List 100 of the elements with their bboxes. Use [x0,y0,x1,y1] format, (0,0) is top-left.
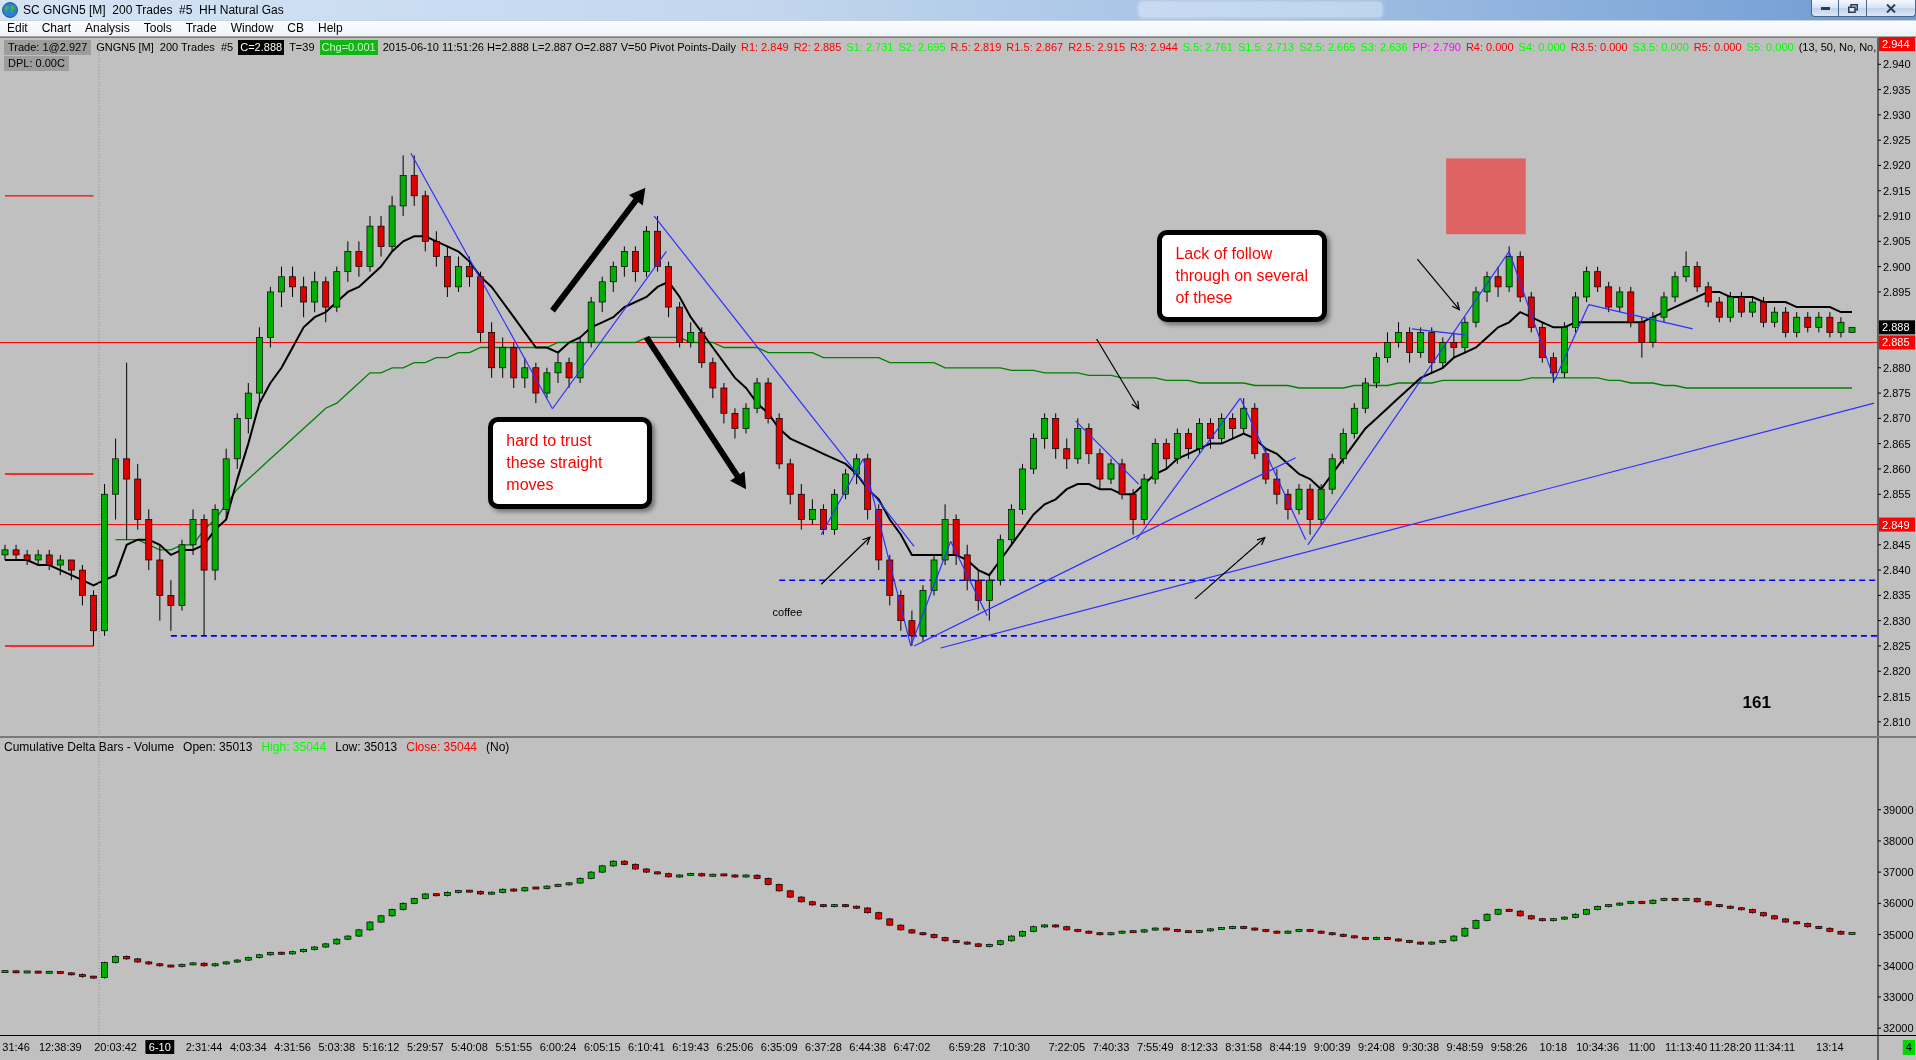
y-tick-label: 2.905 [1883,235,1911,248]
candle-wick [734,407,736,440]
menu-item[interactable]: Tools [136,21,179,36]
y-tick-label: 2.930 [1883,108,1911,121]
axis-label: 2.865 [1877,437,1911,450]
menu-item[interactable]: Help [311,21,350,36]
menu-item[interactable]: Edit [0,21,35,36]
close-button[interactable] [1867,0,1916,17]
candle-wick [568,357,570,389]
candle-wick [1674,271,1676,303]
candle-body [654,230,661,267]
candle-body [643,230,650,273]
candle-body [742,407,750,429]
time-label: 6:19:43 [672,1041,710,1053]
candle-body [598,281,606,303]
candle-wick [1608,281,1610,313]
candle-body [1538,326,1546,358]
candle-body [1295,488,1303,510]
candle-wick [822,503,824,536]
candle-body [67,559,75,571]
axis-label: 36000 [1877,897,1914,910]
candle-body [1306,488,1314,520]
axis-label: 2.895 [1877,285,1911,298]
axis-label: 2.935 [1877,83,1911,96]
y-tick-label: 39000 [1883,803,1914,816]
y-tick-label: 36000 [1883,897,1914,910]
candle-wick [203,961,205,968]
menu-item[interactable]: CB [280,21,311,36]
candle-body [1373,357,1380,384]
candle-wick [1486,271,1488,303]
pivot-value: R2: 2.885 [793,40,842,55]
candle-body [609,266,617,283]
ref-line-label: 2.849 [1882,518,1910,531]
candle-body [289,276,296,288]
candle-body [554,362,562,374]
time-label: 6:00:24 [539,1041,577,1053]
candle-wick [1729,291,1731,323]
info-text: T=39 [289,40,315,55]
candle-body [1173,433,1181,460]
candle-body [432,241,440,257]
candle-body [1218,418,1225,439]
pivot-value: PP: 2.790 [1412,40,1461,55]
candle-wick [546,367,548,399]
menu-item[interactable]: Analysis [78,21,137,36]
candle-body [189,519,197,546]
candle-wick [347,240,349,283]
axis-label: 2.840 [1877,564,1911,577]
time-label: 13:14 [1816,1041,1844,1053]
time-label: 11:00 [1628,1041,1656,1053]
candle-body [1583,271,1590,298]
menu-item[interactable]: Window [223,21,281,36]
candle-wick [380,215,382,257]
candle-body [1815,316,1823,328]
candle-body [1207,423,1214,439]
y-tick-label: 32000 [1883,1022,1914,1035]
candle-body [134,478,142,520]
candle-body [355,251,363,267]
minimize-button[interactable] [1811,0,1839,17]
candle-body [156,559,164,596]
candle-wick [1187,427,1189,460]
candle-body [145,519,153,561]
y-tick-label: 35000 [1883,928,1914,941]
restore-button[interactable] [1839,0,1867,17]
candle-body [1361,382,1369,409]
candle-body [79,569,86,596]
candle-body [908,620,916,637]
candle-body [687,332,695,343]
candle-body [1561,326,1568,374]
axis-label: 2.820 [1877,665,1911,678]
pivot-value: S.5: 2.761 [1182,40,1233,55]
candle-wick [1298,483,1300,515]
pivot-value: S3.5: 0.000 [1632,40,1689,55]
candle-body [930,559,938,591]
candle-body [1738,296,1745,313]
candle-body [211,509,219,571]
time-label: 8:12:33 [1181,1041,1218,1053]
info-text: 2015-06-10 11:51:26 H=2.888 L=2.887 O=2.887 V=50 Pivot Points-Daily [382,40,736,55]
chart-note: coffee [772,606,803,619]
candle-wick [911,610,913,647]
candle-body [233,418,241,460]
candle-body [1196,423,1203,450]
candle-body [1008,509,1015,541]
pivot-value: S2.5: 2.665 [1299,40,1356,55]
candle-body [764,382,772,419]
menu-item[interactable]: Chart [34,21,79,36]
candle-body [278,276,285,293]
candle-wick [26,549,28,566]
axis-label: 2.810 [1877,715,1911,728]
menu-item[interactable]: Trade [178,21,224,36]
time-label: 9:58:26 [1490,1041,1528,1053]
candle-body [974,579,982,601]
info-text: (13, 50, No, No, [1798,40,1877,55]
candle-body [477,276,484,333]
candle-body [1804,316,1812,328]
note-box: hard to trust these straight moves [488,416,653,509]
y-tick-label: 2.895 [1883,285,1911,298]
candle-body [421,195,429,242]
candle-body [1151,443,1159,480]
candle-body [1572,296,1579,328]
candle-body [1052,418,1060,450]
